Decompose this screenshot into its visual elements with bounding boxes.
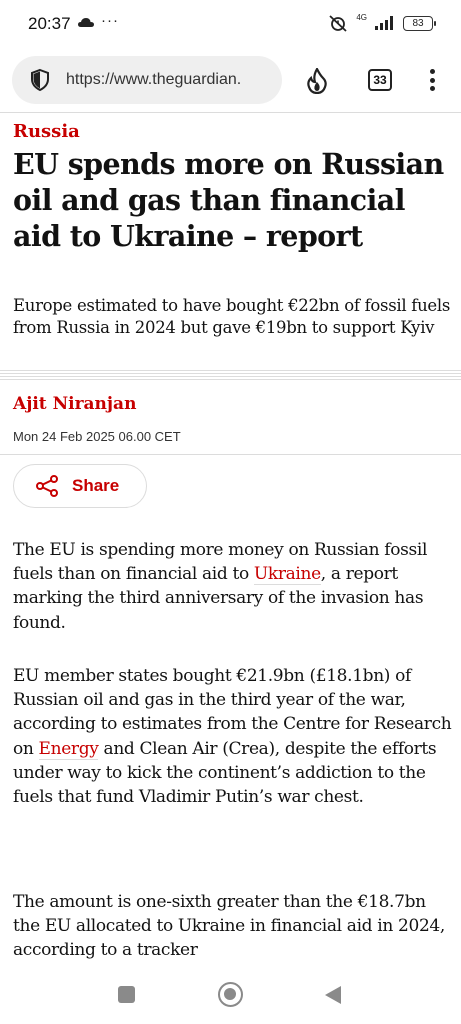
shield-icon[interactable] <box>28 68 52 92</box>
dateline: Mon 24 Feb 2025 06.00 CET <box>13 429 181 444</box>
muted-alarm-icon <box>329 15 347 32</box>
network-type: 4G <box>356 12 367 22</box>
flame-icon[interactable] <box>306 68 328 94</box>
energy-link[interactable]: Energy <box>38 738 99 760</box>
article-paragraph: The amount is one-sixth greater than the… <box>13 892 445 961</box>
byline-divider <box>0 370 461 382</box>
article-paragraph: EU member states bought €21.9bn (£18.1bn… <box>13 664 455 809</box>
divider <box>0 454 461 455</box>
tabs-icon[interactable]: 33 <box>368 69 392 91</box>
status-time: 20:37 <box>28 14 71 33</box>
share-label: Share <box>72 476 120 495</box>
address-bar[interactable]: https://www.theguardian. <box>12 56 282 104</box>
back-icon[interactable] <box>325 986 341 1004</box>
article-paragraph: The EU is spending more money on Russian… <box>13 538 455 635</box>
ukraine-link[interactable]: Ukraine <box>253 564 321 586</box>
section-link[interactable]: Russia <box>13 121 80 142</box>
divider <box>0 112 461 113</box>
status-overflow: ··· <box>101 12 119 29</box>
author-link[interactable]: Ajit Niranjan <box>13 394 136 414</box>
recents-icon[interactable] <box>118 986 135 1003</box>
home-icon[interactable] <box>218 982 243 1007</box>
headline: EU spends more on Russian oil and gas th… <box>13 147 444 253</box>
status-icons: 4G 83 <box>328 12 436 32</box>
system-nav-bar <box>0 968 461 1024</box>
share-button[interactable]: Share <box>13 464 147 508</box>
share-icon <box>36 475 58 497</box>
status-bar: 20:37 ··· 4G 83 <box>0 0 461 48</box>
signal-icon <box>375 16 393 30</box>
more-vert-icon[interactable] <box>420 66 444 94</box>
battery-icon: 83 <box>403 15 436 31</box>
standfirst: Europe estimated to have bought €22bn of… <box>13 296 451 337</box>
browser-toolbar: https://www.theguardian. 33 <box>0 48 461 112</box>
url-text[interactable]: https://www.theguardian. <box>66 71 241 89</box>
cloud-icon <box>78 18 94 27</box>
